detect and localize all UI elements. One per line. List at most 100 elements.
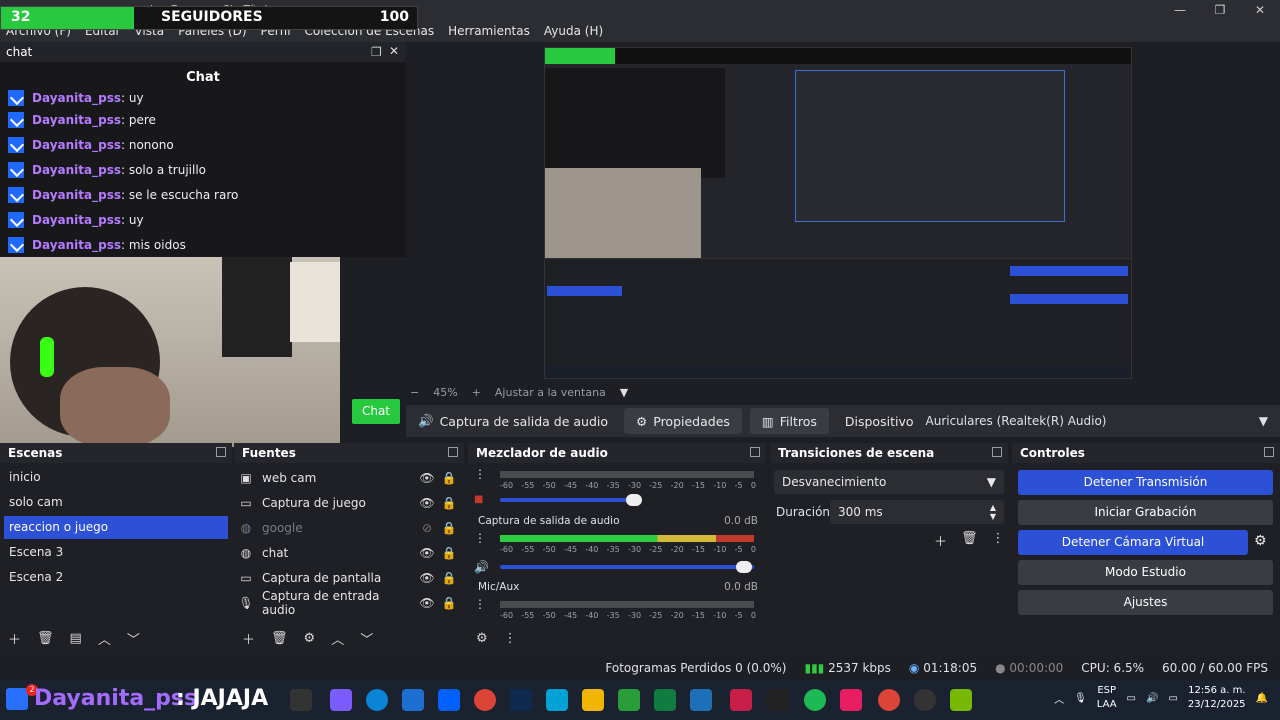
- eye-hidden-icon[interactable]: ⊘: [416, 521, 438, 535]
- volume-knob[interactable]: [626, 493, 642, 506]
- transition-select[interactable]: Desvanecimiento ▼: [774, 470, 1004, 494]
- chat-username[interactable]: Dayanita_pss: [32, 188, 121, 202]
- chat-overlay-button[interactable]: Chat: [352, 399, 400, 424]
- menu-tools[interactable]: Herramientas: [448, 24, 530, 38]
- menu-dots-icon[interactable]: ⋮: [504, 631, 517, 646]
- minimize-button[interactable]: —: [1160, 0, 1200, 20]
- start-recording-button[interactable]: Iniciar Grabación: [1018, 500, 1273, 525]
- chat-username[interactable]: Dayanita_pss: [32, 91, 121, 105]
- app-icon[interactable]: [690, 689, 712, 711]
- volume-icon[interactable]: 🔊: [1146, 693, 1158, 704]
- source-item[interactable]: 🎙 Captura de entrada audio 👁 🔒: [238, 589, 460, 617]
- source-item[interactable]: ▭ Captura de pantalla 👁 🔒: [238, 565, 460, 590]
- microphone-icon[interactable]: 🎙: [1074, 693, 1087, 704]
- zoom-out-button[interactable]: −: [410, 386, 419, 399]
- stop-virtual-camera-button[interactable]: Detener Cámara Virtual: [1018, 530, 1248, 555]
- obs-icon[interactable]: [914, 689, 936, 711]
- menu-dots-icon[interactable]: ⋮: [474, 467, 500, 481]
- scene-item-selected[interactable]: reaccion o juego: [4, 516, 228, 539]
- lock-icon[interactable]: 🔒: [438, 496, 460, 510]
- chat-username[interactable]: Dayanita_pss: [32, 163, 121, 177]
- chrome-icon[interactable]: [878, 689, 900, 711]
- duration-input[interactable]: 300 ms ▲ ▼: [830, 500, 1004, 524]
- popout-icon[interactable]: ❐: [371, 45, 382, 59]
- app-icon[interactable]: [510, 689, 532, 711]
- lock-icon[interactable]: 🔒: [438, 571, 460, 585]
- chat-username[interactable]: Dayanita_pss: [32, 238, 121, 252]
- filters-button[interactable]: ▥ Filtros: [749, 408, 829, 434]
- excel-icon[interactable]: [654, 689, 676, 711]
- eye-icon[interactable]: 👁: [416, 596, 438, 610]
- speaker-icon[interactable]: 🔊: [474, 560, 500, 574]
- zoom-in-button[interactable]: +: [472, 386, 481, 399]
- chat-username[interactable]: Dayanita_pss: [32, 213, 121, 227]
- spotify-icon[interactable]: [804, 689, 826, 711]
- nvidia-icon[interactable]: [950, 689, 972, 711]
- filter-icon[interactable]: ▤: [70, 631, 82, 646]
- scene-item[interactable]: Escena 3: [4, 541, 228, 564]
- source-item[interactable]: ▭ Captura de juego 👁 🔒: [238, 490, 460, 515]
- chevron-up-icon[interactable]: ︿: [331, 629, 344, 648]
- source-item[interactable]: ◍ google ⊘ 🔒: [238, 515, 460, 540]
- start-icon[interactable]: [6, 688, 28, 710]
- gear-icon[interactable]: ⚙: [1254, 533, 1267, 549]
- chat-username[interactable]: Dayanita_pss: [32, 138, 121, 152]
- muted-speaker-icon[interactable]: ■: [474, 494, 500, 505]
- volume-slider[interactable]: [500, 493, 642, 506]
- scene-item[interactable]: Escena 2: [4, 566, 228, 589]
- eye-icon[interactable]: 👁: [416, 571, 438, 585]
- scene-item[interactable]: inicio: [4, 466, 228, 489]
- monitor-icon[interactable]: ▭: [1127, 693, 1136, 704]
- chevron-down-icon[interactable]: ﹀: [127, 629, 140, 648]
- music-icon[interactable]: [730, 689, 752, 711]
- studio-mode-button[interactable]: Modo Estudio: [1018, 560, 1273, 585]
- add-icon[interactable]: ＋: [934, 531, 947, 550]
- settings-button[interactable]: Ajustes: [1018, 590, 1273, 615]
- maximize-button[interactable]: ❐: [1200, 0, 1240, 20]
- lock-icon[interactable]: 🔒: [438, 546, 460, 560]
- popout-icon[interactable]: [448, 447, 458, 457]
- add-icon[interactable]: ＋: [8, 629, 21, 648]
- chevron-down-icon[interactable]: ﹀: [360, 629, 373, 648]
- dropbox-icon[interactable]: [438, 689, 460, 711]
- spinner-icon[interactable]: ▲ ▼: [990, 503, 996, 521]
- tiktok-icon[interactable]: [840, 689, 862, 711]
- close-icon[interactable]: ✕: [389, 44, 399, 58]
- chevron-up-icon[interactable]: ︿: [98, 629, 111, 648]
- source-item[interactable]: ▣ web cam 👁 🔒: [238, 465, 460, 490]
- fit-to-window-button[interactable]: Ajustar a la ventana: [495, 386, 606, 399]
- lock-icon[interactable]: 🔒: [438, 596, 460, 610]
- gear-icon[interactable]: ⚙: [304, 631, 316, 646]
- popout-icon[interactable]: [992, 447, 1002, 457]
- add-icon[interactable]: ＋: [242, 629, 255, 648]
- eye-icon[interactable]: 👁: [416, 546, 438, 560]
- menu-dots-icon[interactable]: ⋮: [474, 597, 500, 611]
- notifications-icon[interactable]: 🔔: [1256, 693, 1268, 704]
- eye-icon[interactable]: 👁: [416, 496, 438, 510]
- volume-knob[interactable]: [736, 561, 752, 573]
- battery-icon[interactable]: ▭: [1168, 693, 1177, 704]
- menu-dots-icon[interactable]: ⋮: [992, 531, 1005, 550]
- lock-icon[interactable]: 🔒: [438, 471, 460, 485]
- popout-icon[interactable]: [216, 447, 226, 457]
- properties-button[interactable]: ⚙ Propiedades: [624, 408, 742, 434]
- task-view-icon[interactable]: [290, 689, 312, 711]
- trash-icon[interactable]: 🗑: [271, 631, 288, 646]
- copilot-icon[interactable]: [330, 689, 352, 711]
- program-preview[interactable]: [544, 47, 1132, 379]
- chrome-icon[interactable]: [474, 689, 496, 711]
- clock[interactable]: 12:56 a. m. 23/12/2025: [1188, 684, 1246, 712]
- stop-streaming-button[interactable]: Detener Transmisión: [1018, 470, 1273, 495]
- chevron-up-icon[interactable]: ︿: [1054, 691, 1064, 706]
- store-icon[interactable]: [402, 689, 424, 711]
- popout-icon[interactable]: [750, 447, 760, 457]
- folder-icon[interactable]: [582, 689, 604, 711]
- shield-icon[interactable]: [618, 689, 640, 711]
- edge-icon[interactable]: [366, 689, 388, 711]
- gear-icon[interactable]: ⚙: [476, 631, 488, 646]
- trash-icon[interactable]: 🗑: [37, 631, 54, 646]
- popout-icon[interactable]: [1264, 447, 1274, 457]
- device-select[interactable]: Auriculares (Realtek(R) Audio) ▼: [926, 405, 1280, 437]
- chat-username[interactable]: Dayanita_pss: [32, 113, 121, 127]
- volume-slider[interactable]: [500, 561, 754, 573]
